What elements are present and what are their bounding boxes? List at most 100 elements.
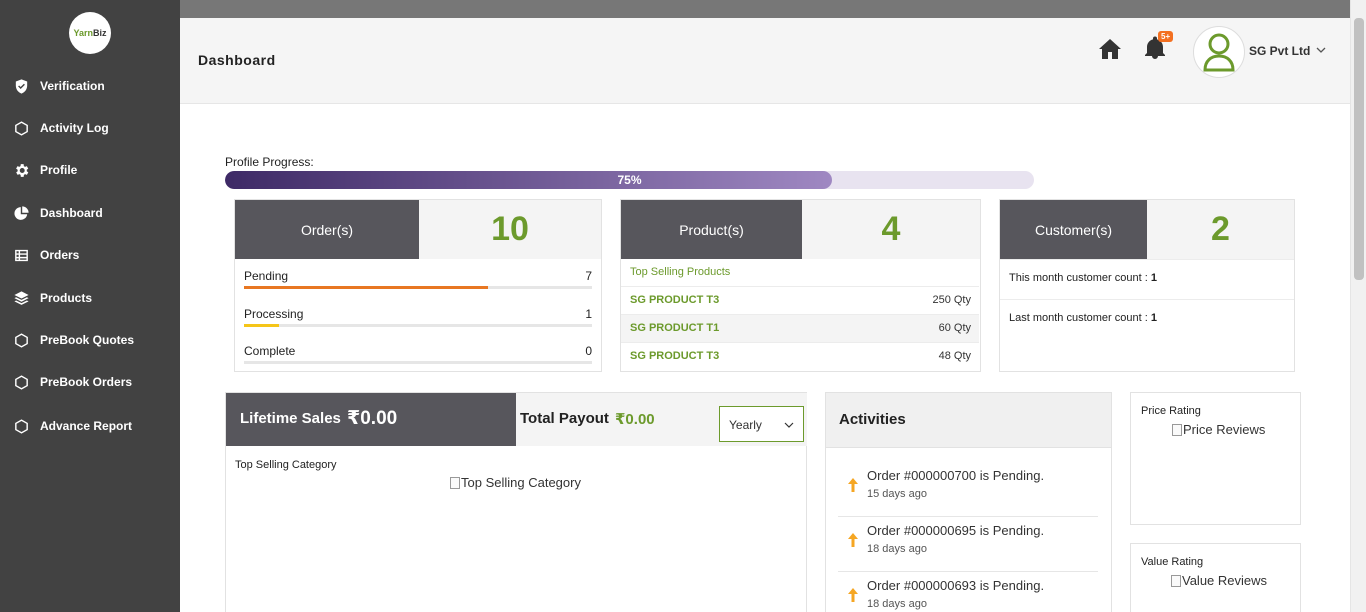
lifetime-sales-label: Lifetime Sales bbox=[240, 410, 341, 427]
product-name[interactable]: SG PRODUCT T3 bbox=[630, 294, 719, 306]
activities-title: Activities bbox=[839, 411, 906, 428]
product-row[interactable]: SG PRODUCT T3 250 Qty bbox=[621, 286, 979, 314]
total-payout-label: Total Payout bbox=[520, 410, 609, 427]
profile-progress-label: Profile Progress: bbox=[225, 155, 314, 169]
image-alt-text: Price Reviews bbox=[1183, 422, 1266, 437]
value-rating-card: Value Rating Value Reviews bbox=[1130, 543, 1301, 612]
sidebar-item-label: Profile bbox=[40, 163, 78, 177]
customer-count-value: 1 bbox=[1150, 312, 1157, 324]
top-selling-category-title: Top Selling Category bbox=[235, 459, 337, 471]
product-qty: 48 Qty bbox=[938, 350, 971, 362]
status-track bbox=[244, 361, 592, 364]
sidebar-item-profile[interactable]: Profile bbox=[0, 153, 180, 187]
sidebar-item-label: Orders bbox=[40, 248, 80, 262]
activity-time: 15 days ago bbox=[867, 488, 927, 500]
period-select[interactable]: Yearly bbox=[719, 406, 804, 442]
status-count: 7 bbox=[585, 269, 592, 283]
sidebar-item-label: PreBook Quotes bbox=[40, 333, 135, 347]
sidebar-item-prebook-quotes[interactable]: PreBook Quotes bbox=[0, 323, 180, 357]
activity-time: 18 days ago bbox=[867, 598, 927, 610]
product-row[interactable]: SG PRODUCT T1 60 Qty bbox=[621, 314, 979, 342]
company-name[interactable]: SG Pvt Ltd bbox=[1249, 44, 1310, 58]
sidebar-item-label: PreBook Orders bbox=[40, 375, 133, 389]
activity-message: Order #000000695 is Pending. bbox=[867, 523, 1045, 538]
sidebar-item-label: Advance Report bbox=[40, 419, 133, 433]
hexagon-icon bbox=[12, 417, 30, 435]
sidebar-item-advance-report[interactable]: Advance Report bbox=[0, 409, 180, 443]
customer-count-label: This month customer count : bbox=[1009, 272, 1151, 284]
products-card: Product(s) 4 Top Selling Products SG PRO… bbox=[620, 199, 981, 372]
avatar[interactable] bbox=[1193, 26, 1245, 78]
status-track bbox=[244, 286, 592, 289]
last-month-customers: Last month customer count : 1 bbox=[1000, 299, 1294, 339]
status-label: Processing bbox=[244, 307, 304, 321]
shield-check-icon bbox=[12, 77, 30, 95]
profile-progress-bar: 75% bbox=[225, 171, 1034, 189]
product-row[interactable]: SG PRODUCT T3 48 Qty bbox=[621, 342, 979, 370]
product-name[interactable]: SG PRODUCT T1 bbox=[630, 322, 719, 334]
activities-header: Activities bbox=[826, 393, 1111, 448]
status-track bbox=[244, 324, 592, 327]
top-selling-category-image: Top Selling Category bbox=[450, 475, 581, 490]
status-bar bbox=[244, 286, 488, 289]
price-rating-title: Price Rating bbox=[1141, 405, 1201, 417]
products-count: 4 bbox=[802, 200, 980, 259]
list-icon bbox=[12, 246, 30, 264]
home-icon[interactable] bbox=[1098, 38, 1122, 60]
status-count: 1 bbox=[585, 307, 592, 321]
status-count: 0 bbox=[585, 344, 592, 358]
status-label: Pending bbox=[244, 269, 289, 283]
chevron-down-icon[interactable] bbox=[1316, 45, 1326, 55]
activity-item[interactable]: Order #000000693 is Pending. 18 days ago bbox=[838, 572, 1098, 612]
sidebar-item-verification[interactable]: Verification bbox=[0, 69, 180, 103]
broken-image-icon bbox=[1171, 574, 1181, 587]
activity-message: Order #000000693 is Pending. bbox=[867, 578, 1045, 593]
activity-item[interactable]: Order #000000700 is Pending. 15 days ago bbox=[838, 462, 1098, 517]
sidebar-item-activity-log[interactable]: Activity Log bbox=[0, 111, 180, 145]
user-icon bbox=[1203, 33, 1235, 72]
orders-count: 10 bbox=[419, 200, 601, 259]
lifetime-sales-value: ₹0.00 bbox=[347, 408, 398, 429]
product-name[interactable]: SG PRODUCT T3 bbox=[630, 350, 719, 362]
page-scrollbar[interactable] bbox=[1350, 0, 1366, 612]
image-alt-text: Top Selling Category bbox=[461, 475, 581, 490]
period-select-value: Yearly bbox=[729, 418, 762, 432]
total-payout: Total Payout ₹0.00 Yearly bbox=[516, 393, 807, 446]
hexagon-icon bbox=[12, 331, 30, 349]
this-month-customers: This month customer count : 1 bbox=[1000, 259, 1294, 299]
sidebar-item-orders[interactable]: Orders bbox=[0, 238, 180, 272]
sidebar-item-label: Activity Log bbox=[40, 121, 109, 135]
customer-count-value: 1 bbox=[1150, 272, 1157, 284]
product-qty: 60 Qty bbox=[938, 322, 971, 334]
pie-chart-icon bbox=[12, 204, 30, 222]
layers-icon bbox=[12, 289, 30, 307]
hexagon-icon bbox=[12, 373, 30, 391]
activity-item[interactable]: Order #000000695 is Pending. 18 days ago bbox=[838, 517, 1098, 572]
sidebar-item-dashboard[interactable]: Dashboard bbox=[0, 196, 180, 230]
value-rating-title: Value Rating bbox=[1141, 556, 1204, 568]
value-reviews-image: Value Reviews bbox=[1171, 573, 1267, 588]
lifetime-sales: Lifetime Sales ₹0.00 bbox=[226, 393, 516, 446]
brand-logo[interactable]: Yarn Biz bbox=[69, 12, 111, 54]
sidebar-item-label: Products bbox=[40, 291, 93, 305]
sales-panel: Lifetime Sales ₹0.00 Total Payout ₹0.00 … bbox=[225, 392, 807, 612]
top-bar bbox=[180, 0, 1350, 18]
sidebar-item-products[interactable]: Products bbox=[0, 281, 180, 315]
products-card-label: Product(s) bbox=[621, 200, 802, 259]
top-selling-products-title: Top Selling Products bbox=[630, 266, 731, 278]
sidebar-item-label: Verification bbox=[40, 79, 105, 93]
hexagon-icon bbox=[12, 119, 30, 137]
price-reviews-image: Price Reviews bbox=[1172, 422, 1265, 437]
customers-card-label: Customer(s) bbox=[1000, 200, 1147, 259]
scrollbar-thumb[interactable] bbox=[1354, 18, 1364, 280]
page-title: Dashboard bbox=[198, 52, 276, 68]
page-header: Dashboard 5+ SG Pvt Ltd bbox=[180, 18, 1350, 104]
orders-card-label: Order(s) bbox=[235, 200, 419, 259]
customers-card: Customer(s) 2 This month customer count … bbox=[999, 199, 1295, 372]
sidebar-item-prebook-orders[interactable]: PreBook Orders bbox=[0, 365, 180, 399]
arrow-up-icon bbox=[848, 533, 858, 547]
activity-message: Order #000000700 is Pending. bbox=[867, 468, 1045, 483]
customers-count: 2 bbox=[1147, 200, 1294, 259]
sidebar: Yarn Biz Verification Activity Log Profil… bbox=[0, 0, 180, 612]
broken-image-icon bbox=[1172, 423, 1182, 436]
